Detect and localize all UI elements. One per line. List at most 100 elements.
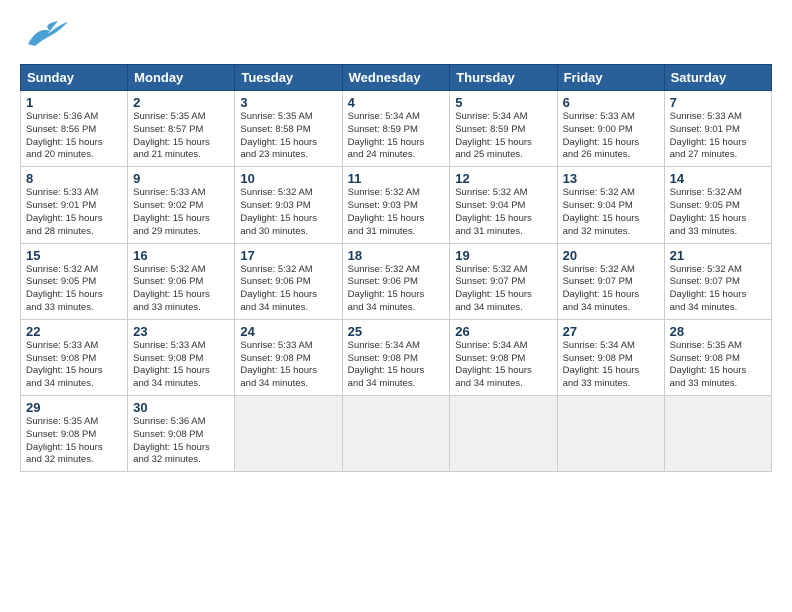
day-number: 28 <box>670 324 766 339</box>
calendar-cell: 24Sunrise: 5:33 AM Sunset: 9:08 PM Dayli… <box>235 319 342 395</box>
calendar-cell: 14Sunrise: 5:32 AM Sunset: 9:05 PM Dayli… <box>664 167 771 243</box>
day-info: Sunrise: 5:36 AM Sunset: 8:56 PM Dayligh… <box>26 111 122 162</box>
day-number: 23 <box>133 324 229 339</box>
calendar-cell: 17Sunrise: 5:32 AM Sunset: 9:06 PM Dayli… <box>235 243 342 319</box>
calendar-cell: 12Sunrise: 5:32 AM Sunset: 9:04 PM Dayli… <box>450 167 557 243</box>
day-info: Sunrise: 5:33 AM Sunset: 9:01 PM Dayligh… <box>670 111 766 162</box>
calendar-cell: 11Sunrise: 5:32 AM Sunset: 9:03 PM Dayli… <box>342 167 450 243</box>
day-number: 10 <box>240 171 336 186</box>
calendar-cell: 16Sunrise: 5:32 AM Sunset: 9:06 PM Dayli… <box>128 243 235 319</box>
weekday-friday: Friday <box>557 65 664 91</box>
calendar-cell: 22Sunrise: 5:33 AM Sunset: 9:08 PM Dayli… <box>21 319 128 395</box>
calendar-cell: 23Sunrise: 5:33 AM Sunset: 9:08 PM Dayli… <box>128 319 235 395</box>
day-number: 15 <box>26 248 122 263</box>
day-info: Sunrise: 5:32 AM Sunset: 9:07 PM Dayligh… <box>670 264 766 315</box>
day-number: 25 <box>348 324 445 339</box>
day-info: Sunrise: 5:32 AM Sunset: 9:05 PM Dayligh… <box>670 187 766 238</box>
day-info: Sunrise: 5:32 AM Sunset: 9:07 PM Dayligh… <box>563 264 659 315</box>
day-info: Sunrise: 5:35 AM Sunset: 9:08 PM Dayligh… <box>670 340 766 391</box>
day-number: 14 <box>670 171 766 186</box>
calendar-cell <box>664 396 771 472</box>
calendar-cell <box>342 396 450 472</box>
calendar-cell <box>235 396 342 472</box>
calendar-cell: 1Sunrise: 5:36 AM Sunset: 8:56 PM Daylig… <box>21 91 128 167</box>
weekday-saturday: Saturday <box>664 65 771 91</box>
calendar-cell: 8Sunrise: 5:33 AM Sunset: 9:01 PM Daylig… <box>21 167 128 243</box>
day-number: 27 <box>563 324 659 339</box>
day-info: Sunrise: 5:32 AM Sunset: 9:05 PM Dayligh… <box>26 264 122 315</box>
day-info: Sunrise: 5:35 AM Sunset: 9:08 PM Dayligh… <box>26 416 122 467</box>
day-info: Sunrise: 5:33 AM Sunset: 9:08 PM Dayligh… <box>240 340 336 391</box>
calendar-cell: 20Sunrise: 5:32 AM Sunset: 9:07 PM Dayli… <box>557 243 664 319</box>
day-info: Sunrise: 5:34 AM Sunset: 8:59 PM Dayligh… <box>348 111 445 162</box>
calendar-cell: 2Sunrise: 5:35 AM Sunset: 8:57 PM Daylig… <box>128 91 235 167</box>
weekday-wednesday: Wednesday <box>342 65 450 91</box>
day-info: Sunrise: 5:33 AM Sunset: 9:01 PM Dayligh… <box>26 187 122 238</box>
calendar-cell <box>450 396 557 472</box>
calendar-cell: 13Sunrise: 5:32 AM Sunset: 9:04 PM Dayli… <box>557 167 664 243</box>
day-info: Sunrise: 5:32 AM Sunset: 9:04 PM Dayligh… <box>563 187 659 238</box>
calendar-week-1: 1Sunrise: 5:36 AM Sunset: 8:56 PM Daylig… <box>21 91 772 167</box>
calendar-cell: 21Sunrise: 5:32 AM Sunset: 9:07 PM Dayli… <box>664 243 771 319</box>
calendar-cell: 7Sunrise: 5:33 AM Sunset: 9:01 PM Daylig… <box>664 91 771 167</box>
calendar-cell: 9Sunrise: 5:33 AM Sunset: 9:02 PM Daylig… <box>128 167 235 243</box>
calendar-body: 1Sunrise: 5:36 AM Sunset: 8:56 PM Daylig… <box>21 91 772 472</box>
calendar-cell <box>557 396 664 472</box>
day-info: Sunrise: 5:33 AM Sunset: 9:08 PM Dayligh… <box>133 340 229 391</box>
calendar-week-5: 29Sunrise: 5:35 AM Sunset: 9:08 PM Dayli… <box>21 396 772 472</box>
day-info: Sunrise: 5:32 AM Sunset: 9:07 PM Dayligh… <box>455 264 551 315</box>
calendar-cell: 4Sunrise: 5:34 AM Sunset: 8:59 PM Daylig… <box>342 91 450 167</box>
weekday-sunday: Sunday <box>21 65 128 91</box>
day-info: Sunrise: 5:32 AM Sunset: 9:03 PM Dayligh… <box>240 187 336 238</box>
day-number: 30 <box>133 400 229 415</box>
header <box>20 16 772 56</box>
logo <box>20 16 74 56</box>
calendar-cell: 15Sunrise: 5:32 AM Sunset: 9:05 PM Dayli… <box>21 243 128 319</box>
calendar-cell: 19Sunrise: 5:32 AM Sunset: 9:07 PM Dayli… <box>450 243 557 319</box>
day-number: 3 <box>240 95 336 110</box>
day-number: 7 <box>670 95 766 110</box>
day-info: Sunrise: 5:32 AM Sunset: 9:03 PM Dayligh… <box>348 187 445 238</box>
day-number: 1 <box>26 95 122 110</box>
day-info: Sunrise: 5:33 AM Sunset: 9:02 PM Dayligh… <box>133 187 229 238</box>
weekday-header-row: SundayMondayTuesdayWednesdayThursdayFrid… <box>21 65 772 91</box>
weekday-tuesday: Tuesday <box>235 65 342 91</box>
day-number: 19 <box>455 248 551 263</box>
day-number: 17 <box>240 248 336 263</box>
calendar-week-3: 15Sunrise: 5:32 AM Sunset: 9:05 PM Dayli… <box>21 243 772 319</box>
day-number: 22 <box>26 324 122 339</box>
calendar-cell: 6Sunrise: 5:33 AM Sunset: 9:00 PM Daylig… <box>557 91 664 167</box>
day-info: Sunrise: 5:33 AM Sunset: 9:00 PM Dayligh… <box>563 111 659 162</box>
calendar-cell: 28Sunrise: 5:35 AM Sunset: 9:08 PM Dayli… <box>664 319 771 395</box>
day-info: Sunrise: 5:35 AM Sunset: 8:57 PM Dayligh… <box>133 111 229 162</box>
day-info: Sunrise: 5:34 AM Sunset: 9:08 PM Dayligh… <box>563 340 659 391</box>
day-number: 29 <box>26 400 122 415</box>
calendar-cell: 18Sunrise: 5:32 AM Sunset: 9:06 PM Dayli… <box>342 243 450 319</box>
day-number: 9 <box>133 171 229 186</box>
day-info: Sunrise: 5:32 AM Sunset: 9:06 PM Dayligh… <box>133 264 229 315</box>
day-info: Sunrise: 5:33 AM Sunset: 9:08 PM Dayligh… <box>26 340 122 391</box>
day-info: Sunrise: 5:34 AM Sunset: 9:08 PM Dayligh… <box>455 340 551 391</box>
day-number: 12 <box>455 171 551 186</box>
page: SundayMondayTuesdayWednesdayThursdayFrid… <box>0 0 792 612</box>
calendar: SundayMondayTuesdayWednesdayThursdayFrid… <box>20 64 772 472</box>
day-number: 6 <box>563 95 659 110</box>
calendar-header: SundayMondayTuesdayWednesdayThursdayFrid… <box>21 65 772 91</box>
day-number: 11 <box>348 171 445 186</box>
day-number: 5 <box>455 95 551 110</box>
logo-icon <box>20 16 70 56</box>
calendar-cell: 25Sunrise: 5:34 AM Sunset: 9:08 PM Dayli… <box>342 319 450 395</box>
day-info: Sunrise: 5:35 AM Sunset: 8:58 PM Dayligh… <box>240 111 336 162</box>
day-number: 24 <box>240 324 336 339</box>
day-number: 8 <box>26 171 122 186</box>
weekday-thursday: Thursday <box>450 65 557 91</box>
calendar-cell: 5Sunrise: 5:34 AM Sunset: 8:59 PM Daylig… <box>450 91 557 167</box>
day-info: Sunrise: 5:32 AM Sunset: 9:04 PM Dayligh… <box>455 187 551 238</box>
day-number: 26 <box>455 324 551 339</box>
day-number: 21 <box>670 248 766 263</box>
day-number: 16 <box>133 248 229 263</box>
weekday-monday: Monday <box>128 65 235 91</box>
day-number: 4 <box>348 95 445 110</box>
day-info: Sunrise: 5:32 AM Sunset: 9:06 PM Dayligh… <box>240 264 336 315</box>
day-info: Sunrise: 5:34 AM Sunset: 9:08 PM Dayligh… <box>348 340 445 391</box>
